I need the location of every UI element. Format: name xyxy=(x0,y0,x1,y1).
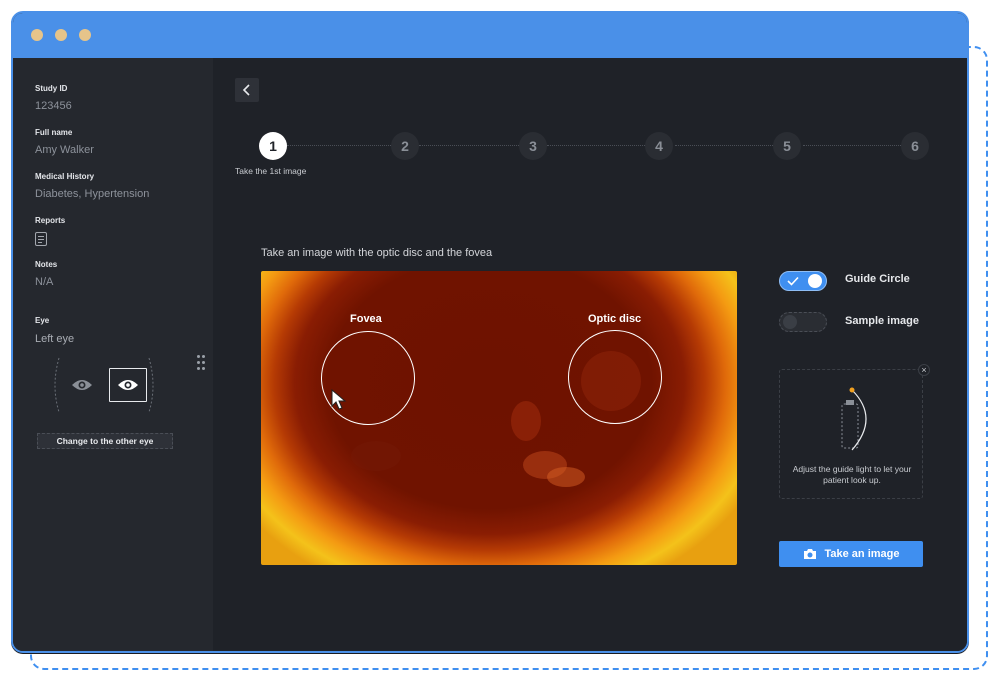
fovea-label: Fovea xyxy=(350,313,382,325)
guide-light-card: × Adjust the guide light to let your pat… xyxy=(779,364,930,499)
reports-label: Reports xyxy=(35,216,66,225)
capture-instruction: Take an image with the optic disc and th… xyxy=(261,247,493,259)
take-image-label: Take an image xyxy=(824,548,900,560)
guide-circle-label: Guide Circle xyxy=(845,273,910,285)
app-window: Study ID 123456 Full name Amy Walker Med… xyxy=(11,11,969,653)
step-2[interactable]: 2 xyxy=(391,132,419,160)
report-icon[interactable] xyxy=(35,232,47,246)
take-image-button[interactable]: Take an image xyxy=(779,541,923,567)
eye-selector xyxy=(49,356,159,420)
mouse-cursor-icon xyxy=(331,389,347,410)
step-3[interactable]: 3 xyxy=(519,132,547,160)
guide-light-illustration xyxy=(841,387,867,451)
title-bar xyxy=(13,13,967,58)
back-button[interactable] xyxy=(235,78,259,102)
window-dot-2[interactable] xyxy=(55,29,67,41)
step-6[interactable]: 6 xyxy=(901,132,929,160)
medical-history-value: Diabetes, Hypertension xyxy=(35,188,150,200)
notes-label: Notes xyxy=(35,260,58,269)
step-connector xyxy=(547,145,653,146)
toggle-knob xyxy=(783,315,797,329)
patient-sidebar: Study ID 123456 Full name Amy Walker Med… xyxy=(13,58,213,651)
study-id-value: 123456 xyxy=(35,100,72,112)
step-1[interactable]: 1 xyxy=(259,132,287,160)
left-eye-option[interactable] xyxy=(109,368,147,402)
step-caption: Take the 1st image xyxy=(235,166,307,176)
guide-circle-toggle[interactable] xyxy=(779,271,827,291)
notes-value: N/A xyxy=(35,276,54,288)
step-connector xyxy=(287,145,393,146)
close-icon[interactable]: × xyxy=(918,364,930,376)
step-connector xyxy=(803,145,909,146)
optic-disc-guide-circle xyxy=(568,330,662,424)
change-eye-button[interactable]: Change to the other eye xyxy=(37,433,173,449)
eye-icon xyxy=(72,380,92,390)
sample-image-label: Sample image xyxy=(845,315,919,327)
window-dot-1[interactable] xyxy=(31,29,43,41)
full-name-value: Amy Walker xyxy=(35,144,94,156)
study-id-label: Study ID xyxy=(35,84,68,93)
drag-handle-icon[interactable] xyxy=(197,355,207,371)
eye-value: Left eye xyxy=(35,333,75,345)
guide-light-text: Adjust the guide light to let your patie… xyxy=(792,464,912,485)
window-dot-3[interactable] xyxy=(79,29,91,41)
right-eye-option[interactable] xyxy=(63,368,101,402)
fundus-image[interactable]: Fovea Optic disc xyxy=(261,271,737,565)
eye-icon xyxy=(118,380,138,390)
step-connector xyxy=(419,145,525,146)
capture-panel: 1 2 3 4 5 6 Take the 1st image Take an i… xyxy=(213,58,967,651)
toggle-knob xyxy=(808,274,822,288)
medical-history-label: Medical History xyxy=(35,172,95,181)
full-name-label: Full name xyxy=(35,128,73,137)
camera-icon xyxy=(803,549,816,559)
back-chevron-icon xyxy=(242,84,250,96)
step-5[interactable]: 5 xyxy=(773,132,801,160)
eye-label: Eye xyxy=(35,316,50,325)
sample-image-toggle[interactable] xyxy=(779,312,827,332)
step-4[interactable]: 4 xyxy=(645,132,673,160)
optic-disc-label: Optic disc xyxy=(588,313,642,325)
step-connector xyxy=(675,145,781,146)
check-icon xyxy=(787,276,799,286)
